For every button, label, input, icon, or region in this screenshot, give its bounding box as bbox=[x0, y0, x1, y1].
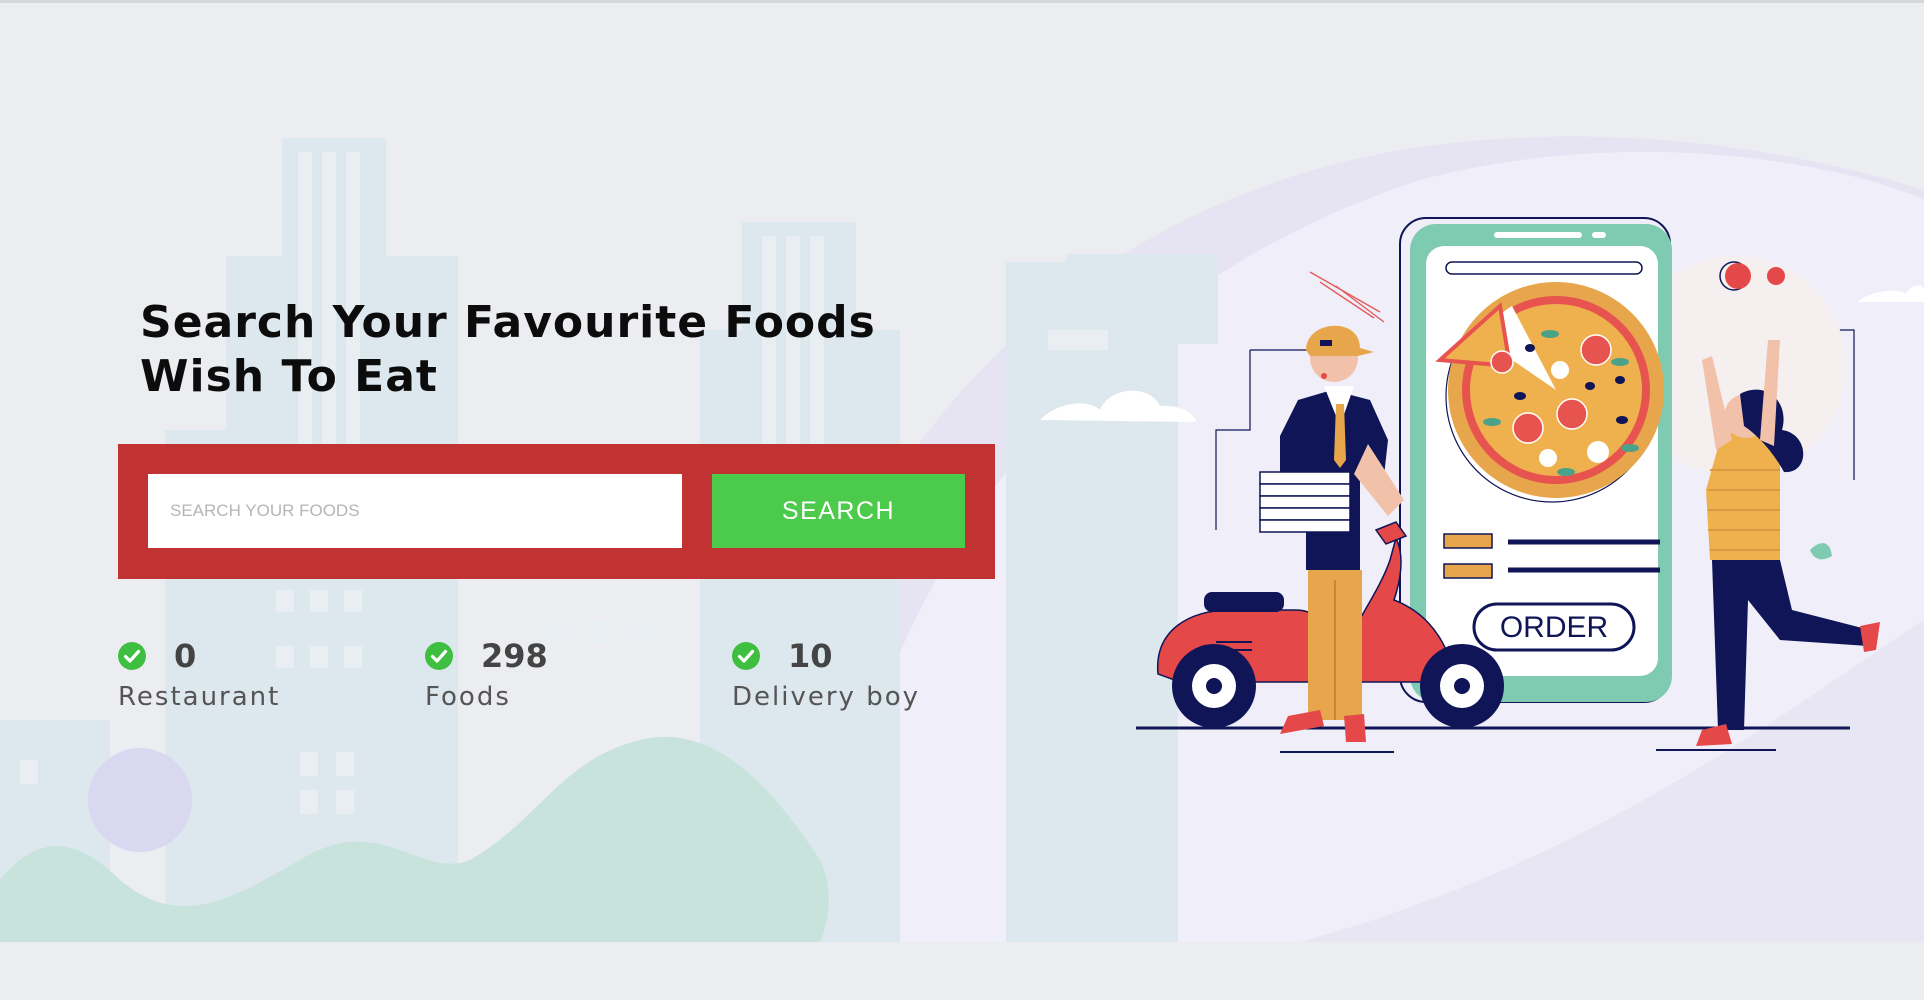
stat-count: 10 bbox=[788, 637, 833, 675]
stat-label: Delivery boy bbox=[732, 682, 920, 712]
search-button[interactable]: SEARCH bbox=[712, 474, 965, 548]
headline-line-2: Wish To Eat bbox=[140, 351, 438, 402]
stat-count: 0 bbox=[174, 637, 197, 675]
page-footer-band bbox=[0, 942, 1924, 1000]
check-circle-icon bbox=[118, 642, 146, 670]
check-circle-icon bbox=[732, 642, 760, 670]
stat-label: Restaurant bbox=[118, 682, 281, 712]
page-title: Search Your Favourite Foods Wish To Eat bbox=[140, 296, 940, 404]
headline-line-1: Search Your Favourite Foods bbox=[140, 297, 876, 348]
hero-section: Search Your Favourite Foods Wish To Eat S… bbox=[0, 0, 1924, 942]
search-panel: SEARCH bbox=[118, 444, 995, 579]
check-circle-icon bbox=[425, 642, 453, 670]
order-button-label: ORDER bbox=[1500, 611, 1608, 644]
search-input[interactable] bbox=[148, 474, 682, 548]
food-delivery-illustration: ORDER bbox=[1136, 217, 1880, 753]
stat-label: Foods bbox=[425, 682, 511, 712]
stat-count: 298 bbox=[481, 637, 548, 675]
